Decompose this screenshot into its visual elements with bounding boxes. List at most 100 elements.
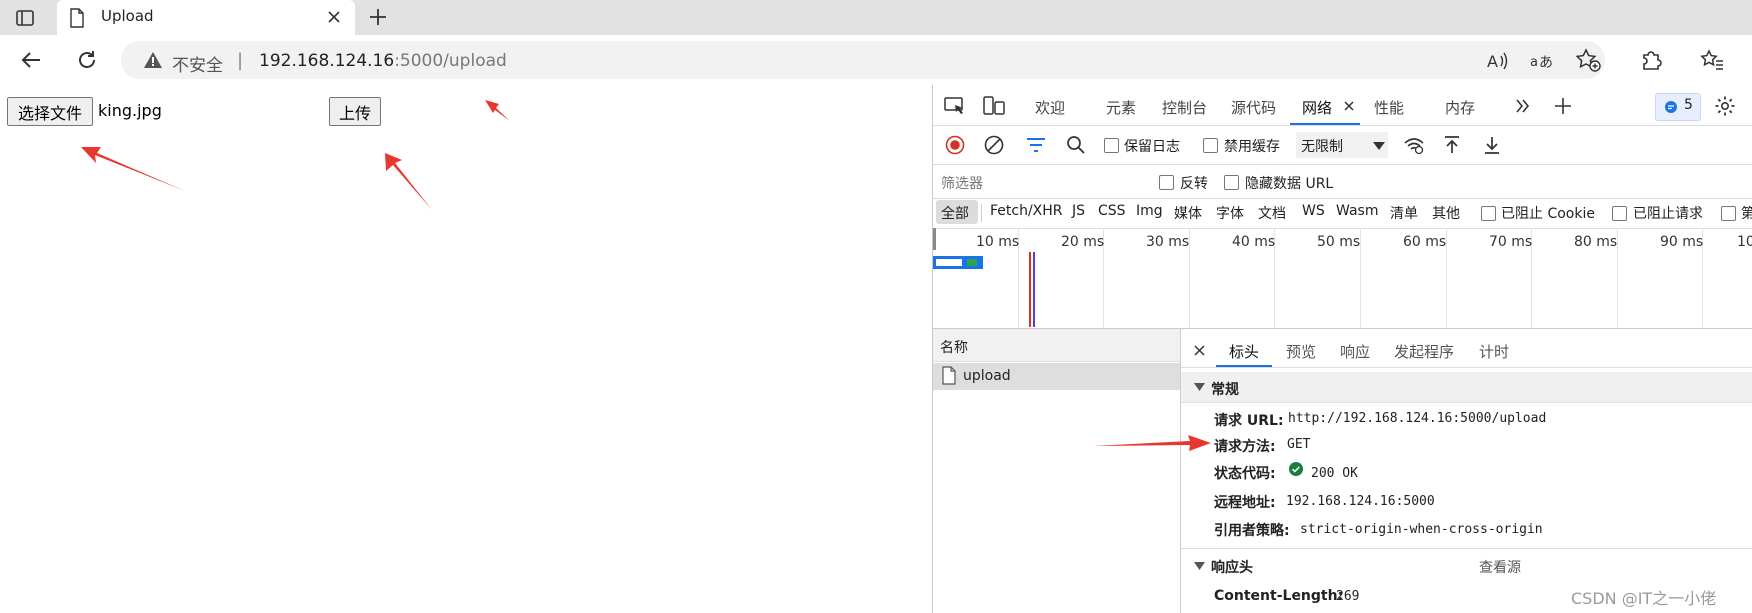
timeline-tick: 40 ms	[1232, 234, 1276, 250]
back-arrow-icon[interactable]	[20, 50, 42, 70]
export-har-icon[interactable]	[1483, 135, 1501, 155]
warning-icon[interactable]	[143, 51, 163, 69]
response-headers-header[interactable]	[1181, 548, 1752, 581]
type-filter-img[interactable]: Img	[1136, 203, 1163, 219]
svg-text:A: A	[1487, 52, 1498, 71]
url-path: :5000/upload	[394, 51, 507, 71]
content-length-key: Content-Length:	[1214, 588, 1344, 604]
svg-text:あ: あ	[1539, 55, 1553, 71]
type-filter-manifest[interactable]: 清单	[1390, 203, 1418, 223]
detail-tab-response[interactable]: 响应	[1340, 341, 1370, 362]
timeline-dcl-marker	[1033, 252, 1035, 327]
preserve-log-label: 保留日志	[1124, 139, 1180, 155]
response-headers-title: 响应头	[1211, 560, 1253, 576]
timeline-download-bar	[967, 259, 977, 266]
device-toolbar-icon[interactable]	[983, 96, 1005, 116]
choose-file-button[interactable]: 选择文件	[7, 97, 93, 126]
devtools-tab-elements[interactable]: 元素	[1106, 97, 1136, 118]
favorites-icon[interactable]	[1700, 49, 1724, 71]
type-filter-doc[interactable]: 文档	[1258, 203, 1286, 223]
third-party-checkbox[interactable]	[1721, 206, 1736, 221]
chevron-down-icon	[1373, 142, 1385, 150]
url-separator: |	[237, 50, 244, 71]
devtools-tab-sources[interactable]: 源代码	[1231, 97, 1276, 118]
type-filter-all[interactable]: 全部	[941, 203, 969, 223]
devtools-tab-network[interactable]: 网络	[1302, 97, 1332, 118]
invert-label: 反转	[1180, 176, 1208, 192]
import-har-icon[interactable]	[1443, 135, 1461, 155]
detail-tab-indicator	[1216, 365, 1272, 367]
page-viewport	[0, 85, 933, 613]
timeline-tick: 20 ms	[1061, 234, 1105, 250]
search-icon[interactable]	[1066, 135, 1086, 155]
detail-tab-preview[interactable]: 预览	[1286, 341, 1316, 362]
type-filter-wasm[interactable]: Wasm	[1336, 203, 1378, 219]
timeline-tick: 10	[1737, 234, 1752, 250]
remote-address-value: 192.168.124.16:5000	[1286, 494, 1435, 509]
request-method-value: GET	[1287, 437, 1311, 452]
preserve-log-checkbox[interactable]	[1104, 138, 1119, 153]
timeline-tick: 30 ms	[1146, 234, 1190, 250]
clear-icon[interactable]	[984, 135, 1004, 155]
type-filter-other[interactable]: 其他	[1432, 203, 1460, 223]
watermark: CSDN @IT之一小佬	[1571, 589, 1717, 608]
refresh-icon[interactable]	[76, 49, 98, 71]
upload-button[interactable]: 上传	[329, 97, 381, 126]
read-aloud-icon[interactable]: A	[1486, 50, 1510, 72]
close-network-tab-icon[interactable]	[1343, 100, 1355, 112]
detail-tab-headers[interactable]: 标头	[1229, 341, 1259, 362]
plus-icon[interactable]	[368, 7, 388, 27]
type-filter-js[interactable]: JS	[1072, 203, 1085, 219]
detail-tab-timing[interactable]: 计时	[1479, 341, 1509, 362]
type-filter-ws[interactable]: WS	[1302, 203, 1325, 219]
name-column-header[interactable]	[933, 329, 1180, 362]
timeline-tick: 50 ms	[1317, 234, 1361, 250]
type-filter-font[interactable]: 字体	[1216, 203, 1244, 223]
sidebar-icon[interactable]	[15, 8, 35, 28]
request-url-value: http://192.168.124.16:5000/upload	[1288, 411, 1547, 426]
general-section-header[interactable]	[1181, 372, 1752, 403]
request-name: upload	[963, 368, 1011, 384]
record-icon[interactable]	[945, 135, 965, 155]
devtools-tab-console[interactable]: 控制台	[1162, 97, 1207, 118]
tab-title: Upload	[101, 7, 154, 25]
type-filter-media[interactable]: 媒体	[1174, 203, 1202, 223]
timeline-tick: 10 ms	[976, 234, 1020, 250]
star-plus-icon[interactable]	[1575, 48, 1601, 72]
devtools-tab-memory[interactable]: 内存	[1445, 97, 1475, 118]
third-party-label: 第	[1741, 206, 1752, 222]
chat-issues-icon	[1664, 100, 1678, 114]
invert-checkbox[interactable]	[1159, 175, 1174, 190]
inspect-icon[interactable]	[944, 96, 966, 116]
blocked-cookies-checkbox[interactable]	[1481, 206, 1496, 221]
selected-file-name: king.jpg	[98, 101, 162, 120]
type-divider	[981, 204, 982, 222]
filter-icon[interactable]	[1026, 137, 1046, 153]
close-icon[interactable]	[1193, 344, 1206, 357]
puzzle-icon[interactable]	[1640, 49, 1662, 71]
hide-data-urls-checkbox[interactable]	[1224, 175, 1239, 190]
request-method-key: 请求方法:	[1214, 439, 1276, 455]
svg-text:a: a	[1530, 55, 1538, 70]
detail-tab-initiator[interactable]: 发起程序	[1394, 341, 1454, 362]
remote-address-key: 远程地址:	[1214, 495, 1276, 511]
blocked-requests-checkbox[interactable]	[1612, 206, 1627, 221]
more-tabs-icon[interactable]	[1515, 98, 1531, 114]
devtools-tab-welcome[interactable]: 欢迎	[1035, 97, 1065, 118]
type-filter-fetch-xhr[interactable]: Fetch/XHR	[990, 203, 1063, 219]
filter-placeholder: 筛选器	[941, 176, 983, 192]
add-tool-icon[interactable]	[1553, 96, 1573, 116]
view-source-link[interactable]: 查看源	[1479, 557, 1521, 577]
timeline-start-marker	[933, 228, 936, 250]
active-tab-indicator	[1290, 123, 1360, 125]
url-text[interactable]: 192.168.124.16:5000/upload	[259, 51, 507, 71]
translate-icon[interactable]: aあ	[1530, 50, 1554, 72]
triangle-down-icon	[1194, 562, 1205, 570]
issues-badge[interactable]	[1655, 93, 1701, 121]
close-icon[interactable]	[327, 10, 341, 24]
devtools-tab-performance[interactable]: 性能	[1374, 97, 1404, 118]
network-conditions-icon[interactable]	[1403, 135, 1425, 155]
gear-icon[interactable]	[1714, 95, 1736, 117]
disable-cache-checkbox[interactable]	[1203, 138, 1218, 153]
type-filter-css[interactable]: CSS	[1098, 203, 1126, 219]
